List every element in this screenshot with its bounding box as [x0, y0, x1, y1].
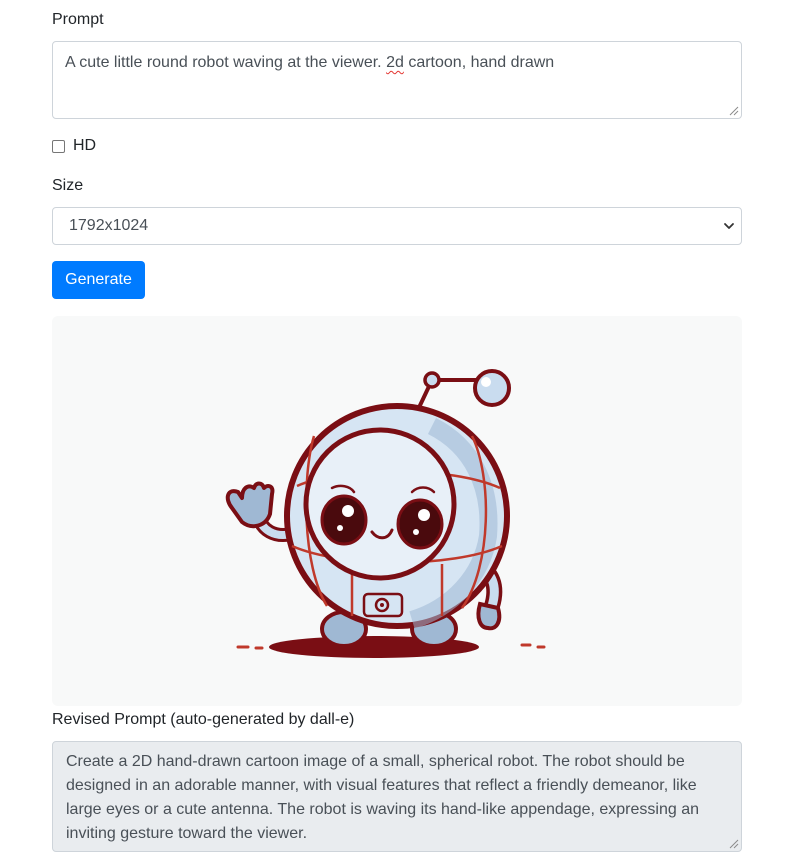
hd-option[interactable]: HD — [52, 136, 96, 156]
round-robot-waving-illustration — [225, 369, 546, 658]
hd-label: HD — [73, 137, 97, 154]
image-generator-page: Prompt A cute little round robot waving … — [0, 0, 798, 864]
revised-prompt-label: Revised Prompt (auto-generated by dall-e… — [52, 711, 355, 728]
resize-grip-icon[interactable] — [729, 106, 739, 116]
size-select[interactable]: 1792x1024 — [52, 207, 742, 245]
revised-prompt-text: Create a 2D hand-drawn cartoon image of … — [66, 753, 699, 842]
prompt-label: Prompt — [52, 11, 104, 28]
generated-image — [52, 316, 742, 706]
revised-prompt-textarea[interactable]: Create a 2D hand-drawn cartoon image of … — [52, 741, 742, 852]
hd-checkbox[interactable] — [52, 139, 65, 153]
prompt-text-misspelled: 2d — [386, 54, 404, 71]
size-label: Size — [52, 177, 84, 194]
prompt-text-part-2: cartoon, hand drawn — [403, 54, 555, 71]
size-selected-value: 1792x1024 — [69, 217, 149, 234]
prompt-textarea[interactable]: A cute little round robot waving at the … — [52, 41, 742, 119]
chevron-down-icon — [724, 223, 734, 229]
resize-grip-icon[interactable] — [729, 839, 739, 849]
generate-button[interactable]: Generate — [52, 261, 145, 299]
prompt-text-part-1: A cute little round robot waving at the … — [65, 54, 387, 71]
